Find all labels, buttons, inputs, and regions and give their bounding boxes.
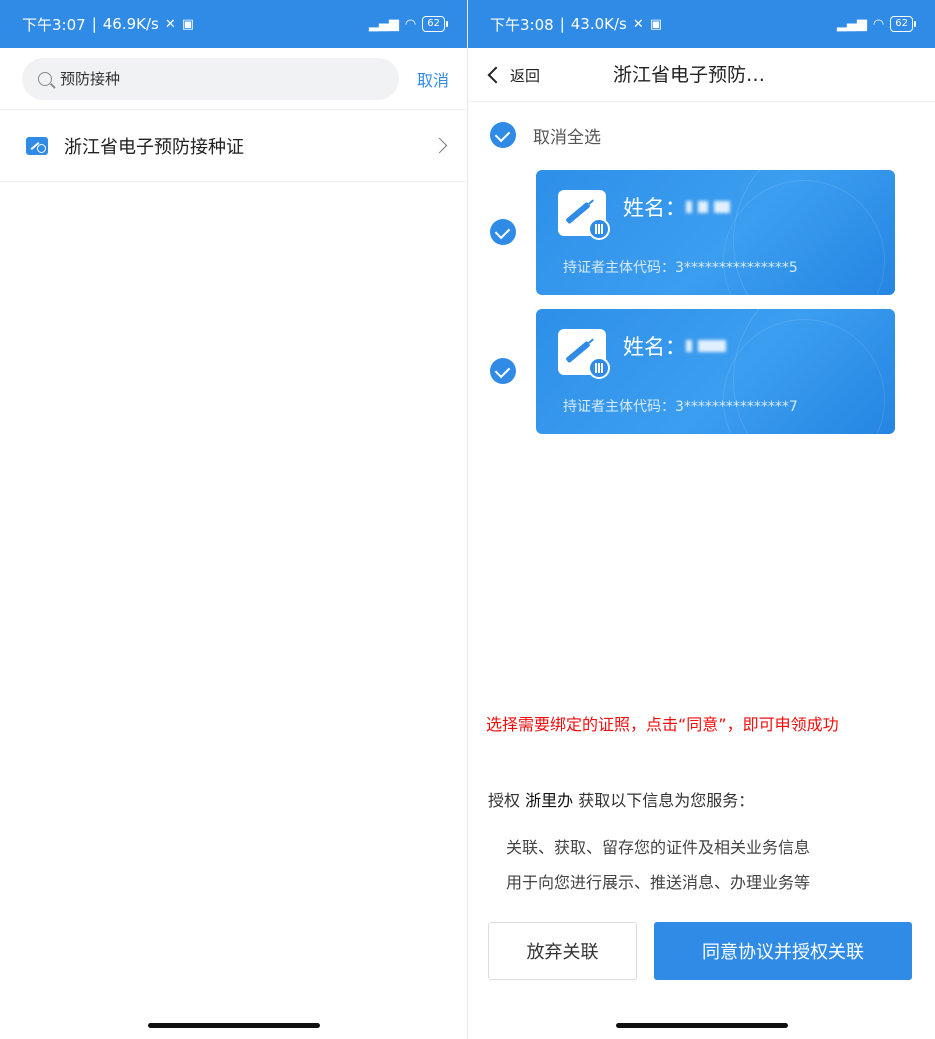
certificate-card[interactable]: 姓名： 持证者主体代码：3***************5 (536, 170, 895, 295)
vaccine-icon (558, 329, 610, 379)
vaccine-icon (26, 136, 48, 155)
status-time: 下午3:07 (22, 15, 86, 34)
deselect-all-toggle[interactable]: 取消全选 (490, 122, 601, 148)
wifi-icon: ◠ (404, 16, 417, 32)
nfc-icon: ▣ (181, 16, 195, 32)
mute-icon: ✕ (632, 16, 644, 32)
holder-name: 姓名： (623, 192, 730, 222)
cancel-button[interactable]: 取消 (417, 67, 449, 91)
name-redacted (686, 340, 692, 352)
check-icon[interactable] (490, 358, 516, 384)
agree-authorize-button[interactable]: 同意协议并授权关联 (654, 922, 912, 980)
network-speed: 43.0K/s (570, 15, 627, 33)
signal-icon: ▂▄▆ (836, 16, 867, 32)
search-query: 预防接种 (60, 70, 121, 88)
signal-icon: ▂▄▆ (368, 16, 399, 32)
authorization-title: 授权 浙里办 获取以下信息为您服务： (488, 791, 755, 810)
wifi-icon: ◠ (872, 16, 885, 32)
bind-hint: 选择需要绑定的证照，点击“同意”，即可申领成功 (486, 715, 839, 734)
battery-icon: 62 (422, 16, 448, 32)
check-icon[interactable] (490, 219, 516, 245)
nav-bar: 返回 浙江省电子预防… (468, 48, 935, 102)
search-icon (38, 71, 52, 86)
certificate-item: 姓名： 持证者主体代码：3***************7 (488, 309, 918, 435)
search-input[interactable]: 预防接种 (22, 57, 399, 100)
reject-button[interactable]: 放弃关联 (488, 922, 637, 980)
home-indicator[interactable] (147, 1023, 320, 1028)
back-button[interactable]: 返回 (486, 48, 540, 102)
search-screen: 下午3:07 | 46.9K/s ✕ ▣ ▂▄▆ ◠ 62 预防接种 取消 浙江… (0, 0, 467, 1039)
authorization-item: 用于向您进行展示、推送消息、办理业务等 (506, 873, 811, 892)
app-name: 浙里办 (525, 791, 574, 810)
authorization-item: 关联、获取、留存您的证件及相关业务信息 (506, 838, 811, 857)
holder-code: 持证者主体代码：3***************5 (563, 260, 798, 276)
status-bar: 下午3:07 | 46.9K/s ✕ ▣ ▂▄▆ ◠ 62 (0, 0, 467, 48)
name-redacted (686, 201, 692, 213)
nfc-icon: ▣ (649, 16, 663, 32)
battery-icon: 62 (890, 16, 916, 32)
vaccine-icon (558, 190, 610, 240)
result-label: 浙江省电子预防接种证 (64, 136, 244, 158)
certificate-card[interactable]: 姓名： 持证者主体代码：3***************7 (536, 309, 895, 434)
home-indicator[interactable] (615, 1023, 788, 1028)
status-bar: 下午3:08 | 43.0K/s ✕ ▣ ▂▄▆ ◠ 62 (468, 0, 935, 48)
search-bar: 预防接种 取消 (0, 48, 467, 110)
check-icon[interactable] (490, 122, 516, 148)
back-chevron-icon (487, 66, 505, 84)
status-time: 下午3:08 (490, 15, 554, 34)
holder-name: 姓名： (623, 331, 726, 361)
back-label: 返回 (510, 66, 541, 85)
certificate-item: 姓名： 持证者主体代码：3***************5 (488, 170, 918, 296)
mute-icon: ✕ (164, 16, 176, 32)
holder-code: 持证者主体代码：3***************7 (563, 399, 798, 415)
page-title: 浙江省电子预防… (613, 64, 766, 86)
search-result-item[interactable]: 浙江省电子预防接种证 (0, 110, 467, 182)
chevron-right-icon (431, 137, 448, 154)
bind-certificate-screen: 下午3:08 | 43.0K/s ✕ ▣ ▂▄▆ ◠ 62 返回 浙江省电子预防… (468, 0, 935, 1039)
network-speed: 46.9K/s (102, 15, 159, 33)
deselect-all-label: 取消全选 (533, 127, 601, 148)
